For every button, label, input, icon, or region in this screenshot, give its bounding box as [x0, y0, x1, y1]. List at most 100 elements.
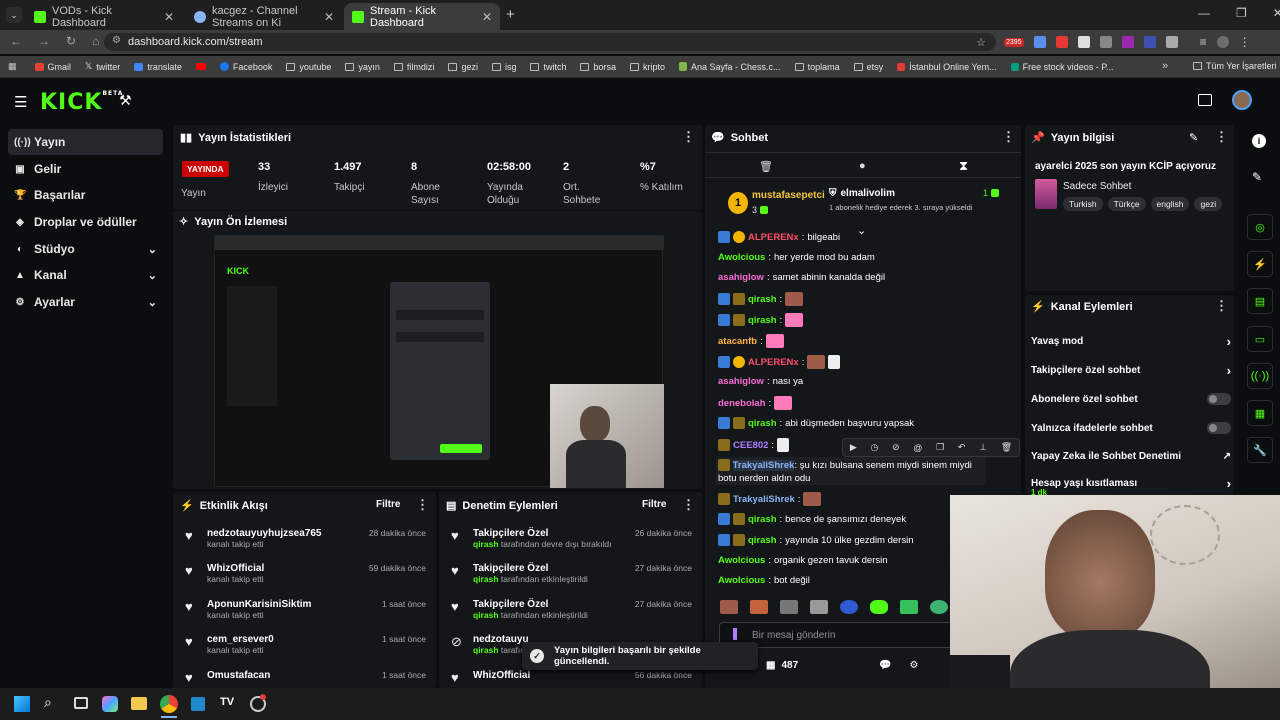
extension-icon[interactable] [1077, 36, 1090, 48]
bookmark-twitter[interactable]: 𝕏twitter [85, 61, 120, 72]
bookmark-folder[interactable]: etsy [853, 62, 883, 72]
tag[interactable]: Türkçe [1107, 197, 1146, 211]
activity-item[interactable]: ♥ AponunKarisiniSiktim kanalı takip etti 1 … [185, 599, 426, 620]
studio-mode-icon[interactable] [1198, 94, 1212, 106]
emote-icon[interactable] [810, 600, 828, 614]
extension-icon[interactable] [1099, 36, 1112, 48]
bookmark-folder[interactable]: borsa [580, 62, 616, 72]
chat-message[interactable]: qirash: abi düşmeden başvuru yapsak [718, 417, 914, 429]
chat-message[interactable]: qirash: [718, 313, 804, 327]
chat-message[interactable]: asahiglow: nası ya [718, 376, 803, 387]
bookmark-translate[interactable]: translate [134, 62, 182, 72]
document-icon[interactable]: ▤ [1247, 288, 1273, 314]
restore-icon[interactable]: ❐ [1236, 6, 1247, 20]
bookmark-facebook[interactable]: Facebook [219, 62, 272, 72]
extensions-puzzle-icon[interactable] [1165, 36, 1178, 48]
bookmark-folder[interactable]: youtube [286, 62, 331, 72]
close-icon[interactable]: ✕ [482, 10, 492, 24]
pinned-gifter[interactable]: ⛨ elmalivolim [829, 188, 895, 199]
chat-message[interactable]: denebolah: [718, 396, 793, 410]
moderation-item[interactable]: ♥ WhizOfficial 56 dakika önce [451, 670, 692, 685]
stream-preview-video[interactable]: KICK [214, 235, 664, 488]
sidebar-item-ayarlar[interactable]: ⚙ Ayarlar ⌄ [8, 289, 163, 315]
pinned-user[interactable]: mustafasepetci [752, 190, 825, 201]
activity-filter-button[interactable]: Filtre [376, 499, 400, 510]
edit-pencil-icon[interactable]: ✎ [1189, 131, 1198, 144]
windows-start-icon[interactable] [14, 696, 30, 712]
activity-menu-icon[interactable]: ⋮ [416, 497, 429, 513]
edit-layout-icon[interactable]: ✎ [1252, 170, 1262, 184]
bookmark-istanbul[interactable]: İstanbul Online Yem... [897, 62, 997, 72]
copy-icon[interactable]: ❐ [936, 442, 944, 453]
chat-message[interactable]: Awolcious: her yerde mod bu adam [718, 252, 875, 263]
window-close-icon[interactable]: ✕ [1273, 6, 1280, 20]
copilot-icon[interactable] [102, 696, 118, 712]
chat-menu-icon[interactable]: ⋮ [1002, 129, 1015, 145]
bookmark-folder[interactable]: filmdizi [393, 62, 434, 72]
info-icon[interactable]: i [1252, 134, 1266, 148]
chat-message[interactable]: CEE802: [718, 438, 790, 452]
play-icon[interactable]: ▶ [850, 442, 857, 453]
moderation-menu-icon[interactable]: ⋮ [682, 497, 695, 513]
bookmark-star-icon[interactable]: ☆ [976, 36, 986, 49]
sidebar-item-studyo[interactable]: ◐ Stüdyo ⌄ [8, 236, 163, 262]
trash-icon[interactable]: 🗑 [759, 160, 773, 173]
bookmark-stock-videos[interactable]: Free stock videos - P... [1010, 62, 1114, 72]
tag[interactable]: gezi [1194, 197, 1223, 211]
browser-tab-stream[interactable]: Stream - Kick Dashboard ✕ [344, 3, 500, 30]
bookmark-folder[interactable]: gezi [448, 62, 478, 72]
activity-item[interactable]: ♥ WhizOfficial kanalı takip etti 59 dakika … [185, 563, 426, 584]
forward-icon[interactable]: → [38, 34, 50, 48]
delete-icon[interactable]: 🗑 [1001, 442, 1012, 453]
emote-icon[interactable] [900, 600, 918, 614]
film-icon[interactable]: ▦ [1247, 400, 1273, 426]
tab-search-icon[interactable]: ⌄ [6, 7, 22, 23]
profile-avatar[interactable] [1216, 36, 1229, 48]
chrome-icon[interactable] [160, 695, 178, 713]
chat-message[interactable]: ALPERENx: [718, 355, 841, 369]
minimize-icon[interactable]: — [1198, 6, 1210, 20]
extension-icon[interactable] [1121, 36, 1134, 48]
sidebar-item-droplar[interactable]: ◈ Droplar ve ödüller [8, 209, 163, 235]
bookmarks-more-button[interactable]: » [1162, 60, 1168, 72]
pin-icon[interactable]: ⚒ [119, 92, 132, 109]
sidebar-item-basarilar[interactable]: 🏆 Başarılar [8, 182, 163, 208]
chat-message[interactable]: qirash: bence de şansımızı deneyek [718, 513, 906, 525]
emote-icon[interactable] [870, 600, 888, 614]
home-icon[interactable]: ⌂ [92, 34, 99, 48]
wrench-icon[interactable]: 🔧 [1247, 437, 1273, 463]
tag[interactable]: Turkish [1063, 197, 1103, 211]
sidebar-item-kanal[interactable]: ▲ Kanal ⌄ [8, 262, 163, 288]
file-explorer-icon[interactable] [131, 697, 147, 710]
slash-icon[interactable]: ⊘ [892, 442, 900, 453]
adblock-icon[interactable] [1055, 36, 1068, 48]
new-tab-button[interactable]: + [506, 6, 515, 23]
account-age-row[interactable]: Hesap yaşı kısıtlaması › [1031, 476, 1231, 491]
reload-icon[interactable]: ↻ [66, 34, 76, 48]
activity-item[interactable]: ♥ nedzotauyuyhujzsea765 kanalı takip etti 2… [185, 528, 426, 549]
emotes-only-toggle[interactable] [1207, 422, 1231, 434]
stats-menu-icon[interactable]: ⋮ [682, 129, 695, 145]
chat-message[interactable]: qirash: [718, 292, 804, 306]
emote-icon[interactable] [780, 600, 798, 614]
moderation-item[interactable]: ♥ Takipçilere Özel qirash tarafından etkin… [451, 599, 692, 620]
stream-category[interactable]: Sadece Sohbet [1063, 181, 1131, 192]
activity-item[interactable]: ♥ cem_ersever0 kanalı takip etti 1 saat önc… [185, 634, 426, 655]
chat-message-hovered[interactable]: TrakyaliShrek: şu kızı bulsana senem miy… [718, 459, 983, 485]
sidebar-item-yayin[interactable]: ((·)) Yayın [8, 129, 163, 155]
address-bar[interactable]: ⚙ dashboard.kick.com/stream ☆ [104, 33, 996, 51]
chat-bubble-icon[interactable]: ▭ [1247, 326, 1273, 352]
bookmark-gmail[interactable]: Gmail [34, 62, 71, 72]
ai-moderation-row[interactable]: Yapay Zeka ile Sohbet Denetimi ↗ [1031, 451, 1231, 462]
lightning-icon[interactable]: ⚡ [1247, 251, 1273, 277]
reading-list-icon[interactable]: ≡ [1200, 35, 1207, 49]
chat-message[interactable]: TrakyaliShrek: [718, 492, 822, 506]
extension-badge[interactable]: 2395 [1004, 37, 1024, 47]
emote-icon[interactable] [930, 600, 948, 614]
moderation-filter-button[interactable]: Filtre [642, 499, 666, 510]
bookmark-folder[interactable]: kripto [630, 62, 665, 72]
channel-actions-menu-icon[interactable]: ⋮ [1215, 298, 1228, 314]
bookmark-folder[interactable]: twitch [530, 62, 566, 72]
kick-logo[interactable]: KICKBETA [40, 90, 123, 115]
close-icon[interactable]: ✕ [164, 10, 174, 24]
